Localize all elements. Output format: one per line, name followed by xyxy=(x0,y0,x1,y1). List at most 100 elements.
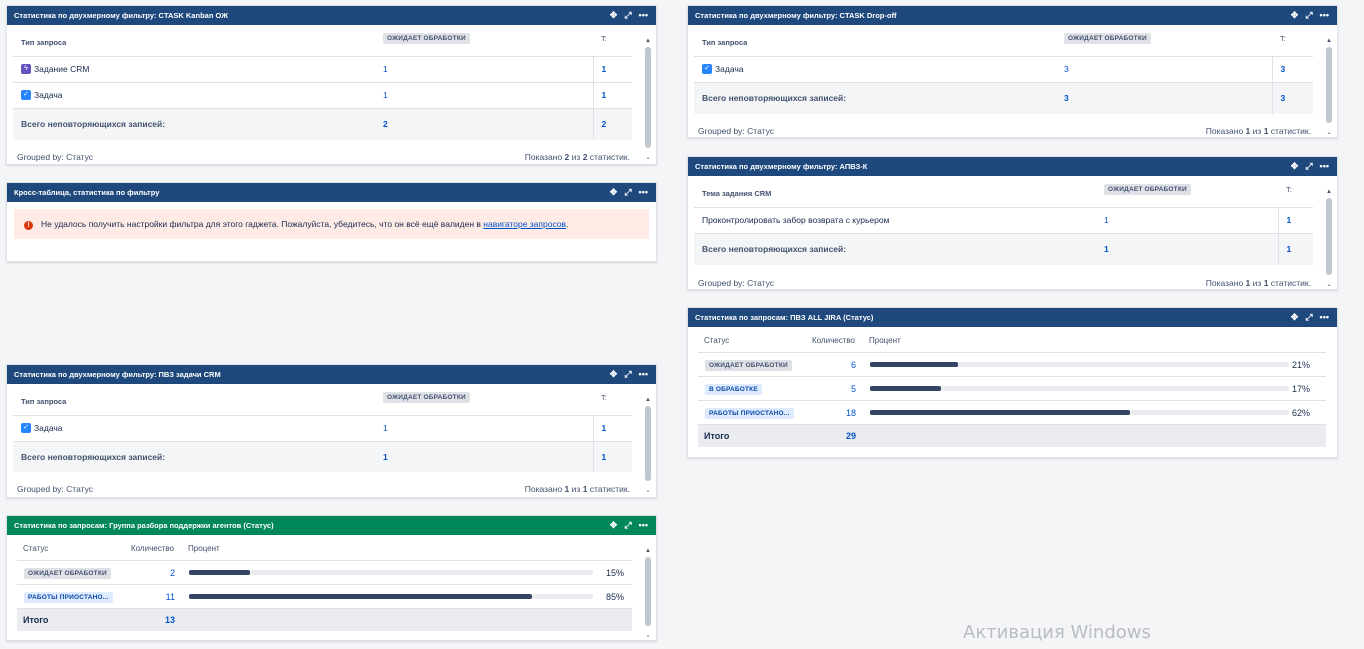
more-icon[interactable]: ••• xyxy=(1320,308,1329,327)
column-header-total: T: xyxy=(1272,25,1313,53)
error-icon: ! xyxy=(24,221,33,230)
more-icon[interactable]: ••• xyxy=(639,183,648,202)
total-count[interactable]: 3 xyxy=(1056,82,1272,114)
query-navigator-link[interactable]: навигаторе запросов xyxy=(483,219,566,229)
move-icon[interactable]: ✥ xyxy=(1291,308,1299,327)
total-total[interactable]: 1 xyxy=(592,441,632,472)
lightning-icon: ϟ xyxy=(21,64,31,75)
task-check-icon: ✓ xyxy=(21,423,31,434)
gadget-header[interactable]: Статистика по запросам: Группа разбора п… xyxy=(7,516,656,535)
move-icon[interactable]: ✥ xyxy=(610,183,618,202)
gadget-title: Статистика по запросам: ПВЗ ALL JIRA (Ст… xyxy=(695,313,874,322)
total-count[interactable]: 29 xyxy=(846,431,856,441)
expand-icon[interactable]: ⤢ xyxy=(624,6,631,25)
column-header-count: Количество xyxy=(131,544,174,553)
scrollbar[interactable]: ▲ ⌄ xyxy=(1325,189,1333,288)
gadget-header[interactable]: Статистика по двухмерному фильтру: CTASK… xyxy=(688,6,1337,25)
total-total[interactable]: 1 xyxy=(1277,233,1313,265)
gadget-header[interactable]: Статистика по запросам: ПВЗ ALL JIRA (Ст… xyxy=(688,308,1337,327)
total-total[interactable]: 3 xyxy=(1271,82,1313,114)
table-cell-total[interactable]: 3 xyxy=(1271,56,1313,83)
expand-icon[interactable]: ⤢ xyxy=(624,365,631,384)
gadget-title: Статистика по двухмерному фильтру: ПВЗ з… xyxy=(14,370,221,379)
table-cell-count[interactable]: 3 xyxy=(1056,56,1272,83)
total-label: Итого xyxy=(704,431,730,441)
move-icon[interactable]: ✥ xyxy=(1291,6,1299,25)
scroll-up-icon[interactable]: ▲ xyxy=(644,547,652,555)
stat-count[interactable]: 18 xyxy=(846,408,856,418)
more-icon[interactable]: ••• xyxy=(1320,6,1329,25)
chevron-down-icon[interactable]: ⌄ xyxy=(644,487,652,495)
expand-icon[interactable]: ⤢ xyxy=(624,183,631,202)
stat-count[interactable]: 6 xyxy=(851,360,856,370)
more-icon[interactable]: ••• xyxy=(639,516,648,535)
status-lozenge[interactable]: РАБОТЫ ПРИОСТАНО... xyxy=(705,408,794,419)
scrollbar[interactable]: ▲ ⌄ xyxy=(644,548,652,639)
progress-bar xyxy=(870,386,1289,391)
scrollbar[interactable]: ▲ ⌄ xyxy=(644,38,652,161)
gadget-header[interactable]: Кросс-таблица, статистика по фильтру ✥ ⤢… xyxy=(7,183,656,202)
total-label: Всего неповторяющихся записей: xyxy=(13,108,375,140)
column-header-status: ОЖИДАЕТ ОБРАБОТКИ xyxy=(1064,33,1151,45)
expand-icon[interactable]: ⤢ xyxy=(1305,308,1312,327)
table-cell-count[interactable]: 1 xyxy=(375,82,593,109)
chevron-down-icon[interactable]: ⌄ xyxy=(644,632,652,640)
table-cell-count[interactable]: 1 xyxy=(375,56,593,83)
total-count[interactable]: 1 xyxy=(375,441,593,472)
stat-row: ОЖИДАЕТ ОБРАБОТКИ 2 15% xyxy=(17,561,632,585)
move-icon[interactable]: ✥ xyxy=(610,365,618,384)
table-cell-count[interactable]: 1 xyxy=(1096,207,1278,234)
gadget-header[interactable]: Статистика по двухмерному фильтру: ПВЗ з… xyxy=(7,365,656,384)
table-cell-total[interactable]: 1 xyxy=(592,82,632,109)
table-cell-total[interactable]: 1 xyxy=(1277,207,1313,234)
progress-bar xyxy=(189,570,593,575)
status-lozenge[interactable]: ОЖИДАЕТ ОБРАБОТКИ xyxy=(705,360,792,371)
task-check-icon: ✓ xyxy=(21,90,31,101)
scroll-up-icon[interactable]: ▲ xyxy=(644,37,652,45)
total-total[interactable]: 2 xyxy=(592,108,632,140)
chevron-down-icon[interactable]: ⌄ xyxy=(1325,129,1333,137)
stat-total-row: Итого 29 xyxy=(698,425,1326,447)
move-icon[interactable]: ✥ xyxy=(610,6,618,25)
gadget-header[interactable]: Статистика по двухмерному фильтру: CTASK… xyxy=(7,6,656,25)
chevron-down-icon[interactable]: ⌄ xyxy=(644,154,652,162)
total-label: Всего неповторяющихся записей: xyxy=(13,441,375,472)
status-lozenge[interactable]: В ОБРАБОТКЕ xyxy=(705,384,762,395)
move-icon[interactable]: ✥ xyxy=(1291,157,1299,176)
more-icon[interactable]: ••• xyxy=(1320,157,1329,176)
gadget-header[interactable]: Статистика по двухмерному фильтру: АПВЗ-… xyxy=(688,157,1337,176)
column-header-type: Тип запроса xyxy=(13,388,375,416)
scrollbar[interactable]: ▲ ⌄ xyxy=(1325,38,1333,136)
scroll-up-icon[interactable]: ▲ xyxy=(1325,188,1333,196)
chevron-down-icon[interactable]: ⌄ xyxy=(1325,281,1333,289)
expand-icon[interactable]: ⤢ xyxy=(1305,157,1312,176)
stat-count[interactable]: 11 xyxy=(166,592,175,602)
scrollbar[interactable]: ▲ ⌄ xyxy=(644,397,652,494)
scroll-up-icon[interactable]: ▲ xyxy=(644,396,652,404)
total-label: Всего неповторяющихся записей: xyxy=(694,82,1056,114)
status-lozenge[interactable]: РАБОТЫ ПРИОСТАНО... xyxy=(24,592,113,603)
total-count[interactable]: 1 xyxy=(1096,233,1278,265)
scroll-up-icon[interactable]: ▲ xyxy=(1325,37,1333,45)
windows-activation-watermark: Активация Windows xyxy=(963,622,1151,643)
expand-icon[interactable]: ⤢ xyxy=(624,516,631,535)
stat-percent: 21% xyxy=(1291,360,1310,370)
more-icon[interactable]: ••• xyxy=(639,365,648,384)
table-cell-count[interactable]: 1 xyxy=(375,415,593,442)
stat-count[interactable]: 5 xyxy=(851,384,856,394)
move-icon[interactable]: ✥ xyxy=(610,516,618,535)
total-label: Всего неповторяющихся записей: xyxy=(694,233,1096,265)
expand-icon[interactable]: ⤢ xyxy=(1305,6,1312,25)
column-header-status: ОЖИДАЕТ ОБРАБОТКИ xyxy=(383,392,470,404)
grouped-by: Grouped by: Статус xyxy=(17,484,94,494)
table-cell-total[interactable]: 1 xyxy=(592,56,632,83)
total-count[interactable]: 2 xyxy=(375,108,593,140)
column-header-type: Тип запроса xyxy=(694,29,1056,57)
table-cell-total[interactable]: 1 xyxy=(592,415,632,442)
gadget-ctask-dropoff: Статистика по двухмерному фильтру: CTASK… xyxy=(687,5,1338,138)
shown-count: Показано 1 из 1 статистик. xyxy=(524,484,630,494)
more-icon[interactable]: ••• xyxy=(639,6,648,25)
total-count[interactable]: 13 xyxy=(165,615,175,625)
status-lozenge[interactable]: ОЖИДАЕТ ОБРАБОТКИ xyxy=(24,568,111,579)
stat-count[interactable]: 2 xyxy=(170,568,175,578)
